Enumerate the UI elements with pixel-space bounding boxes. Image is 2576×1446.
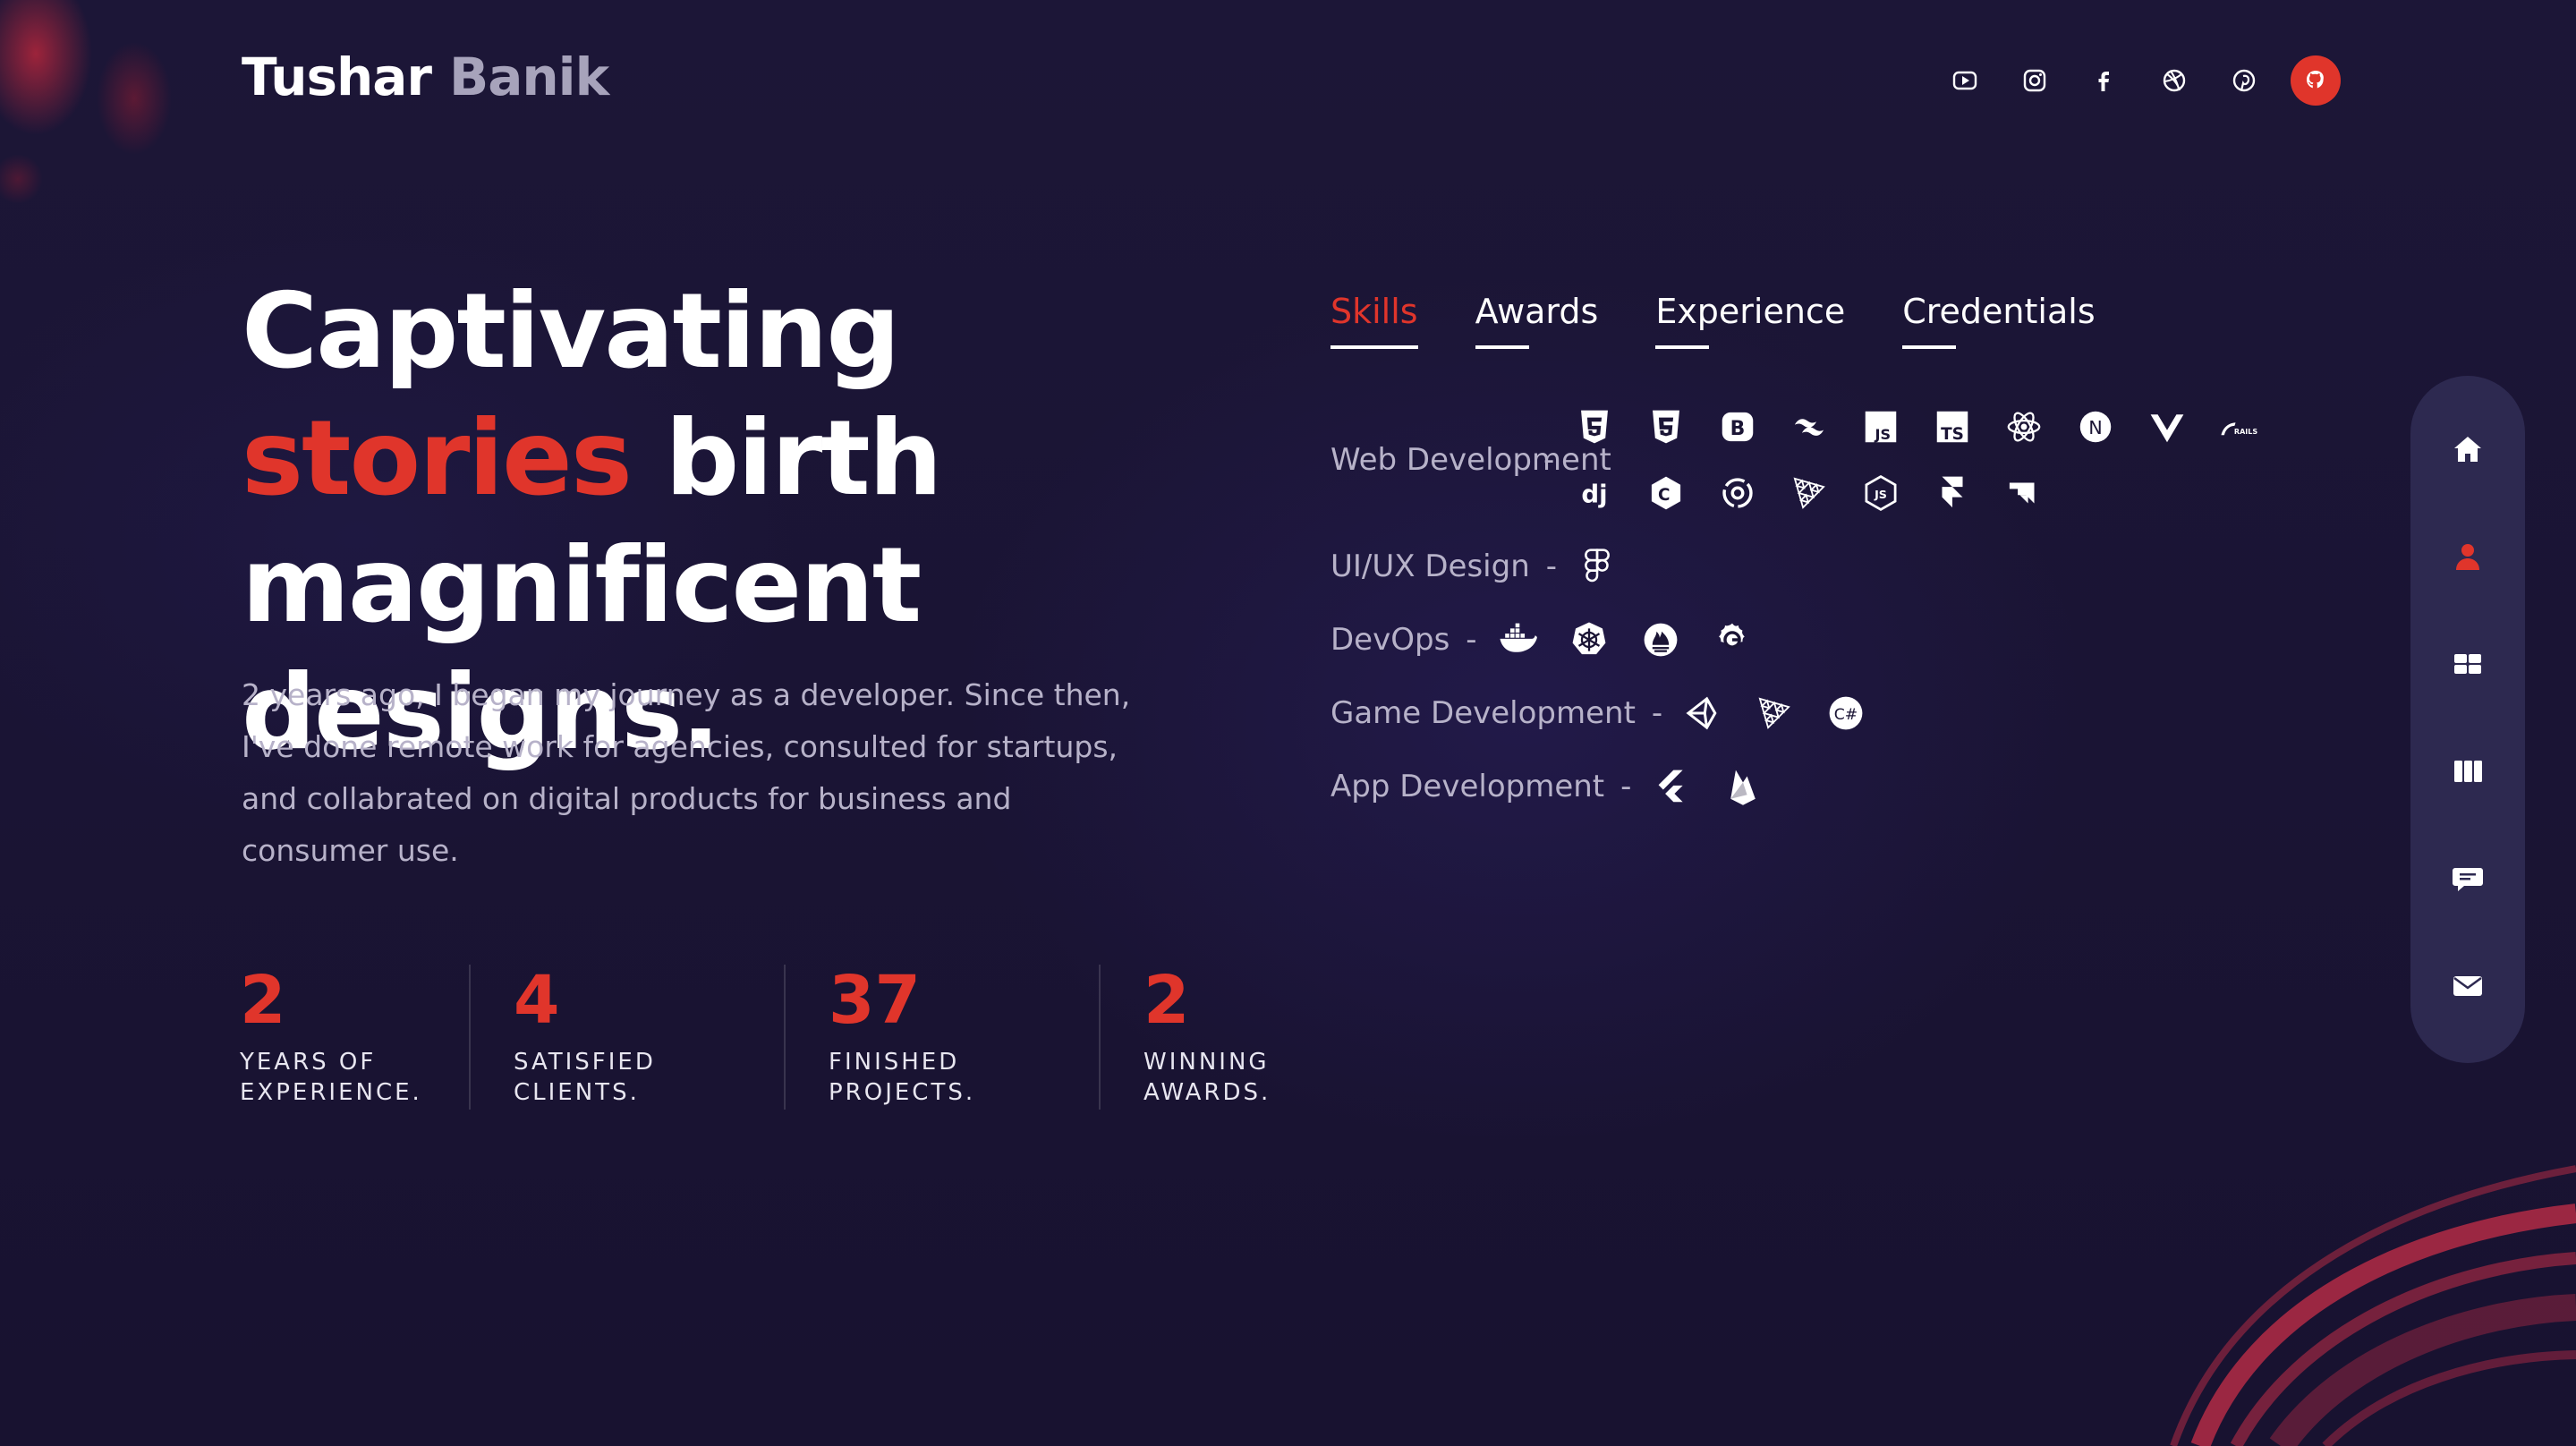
stat-awards: 2 WINNING AWARDS. — [1143, 965, 1394, 1110]
portfolio-icon[interactable] — [2448, 752, 2487, 791]
docker-icon — [1495, 617, 1540, 662]
figma-icon — [1575, 544, 1620, 589]
svg-text:B: B — [1730, 418, 1746, 440]
skill-label: Game Development — [1331, 695, 1636, 731]
threejs-icon — [1787, 471, 1832, 515]
stat-value: 2 — [1143, 962, 1190, 1039]
separator: - — [1620, 769, 1632, 804]
vue-icon — [2145, 404, 2189, 449]
headline-accent: stories — [242, 398, 633, 519]
css3-icon — [1644, 404, 1688, 449]
svg-text:C#: C# — [1834, 706, 1858, 724]
stat-clients: 4 SATISFIED CLIENTS. — [514, 965, 786, 1110]
site-logo[interactable]: Tushar Banik — [242, 47, 609, 107]
react-icon — [2002, 404, 2046, 449]
stat-value: 4 — [514, 962, 560, 1039]
facebook-icon[interactable] — [2081, 57, 2128, 104]
stat-label: WINNING AWARDS. — [1143, 1049, 1271, 1106]
typescript-icon: TS — [1930, 404, 1975, 449]
skill-row-game: Game Development - C# — [1331, 691, 2414, 736]
tab-skills[interactable]: Skills — [1331, 292, 1418, 349]
separator: - — [1466, 622, 1477, 658]
rails-icon: RAILS — [2216, 404, 2261, 449]
skill-icons — [1495, 617, 2229, 662]
skill-row-web: Web Development - B JS TS N RAILS dj C J… — [1331, 404, 2414, 515]
skill-label: Web Development — [1331, 442, 1611, 478]
side-navigation — [2410, 376, 2525, 1063]
tailwind-icon — [1787, 404, 1832, 449]
social-links — [1942, 55, 2341, 106]
javascript-icon: JS — [1858, 404, 1903, 449]
hero-intro: 2 years ago, I began my journey as a dev… — [242, 677, 1131, 868]
contact-icon[interactable] — [2448, 966, 2487, 1006]
grafana-icon — [1710, 617, 1755, 662]
decorative-splash-bottom-right — [2147, 1070, 2576, 1446]
stat-value: 2 — [240, 962, 286, 1039]
skill-icons — [1649, 764, 2383, 809]
skill-row-app: App Development - — [1331, 764, 2414, 809]
svg-text:JS: JS — [1875, 426, 1892, 443]
tab-awards[interactable]: Awards — [1475, 292, 1598, 349]
headline-prefix: Captivating — [242, 271, 900, 392]
svg-text:N: N — [2089, 417, 2103, 438]
threejs-icon — [1752, 691, 1797, 736]
logo-last-name: Banik — [449, 47, 609, 107]
bootstrap-icon: B — [1715, 404, 1760, 449]
separator: - — [1651, 695, 1663, 731]
stat-projects: 37 FINISHED PROJECTS. — [829, 965, 1101, 1110]
skill-icons: B JS TS N RAILS dj C JS — [1572, 404, 2306, 515]
kubernetes-icon — [1567, 617, 1611, 662]
stat-label: YEARS OF EXPERIENCE. — [240, 1049, 422, 1106]
stat-years: 2 YEARS OF EXPERIENCE. — [240, 965, 471, 1110]
svg-text:TS: TS — [1941, 425, 1964, 444]
testimonials-icon[interactable] — [2448, 859, 2487, 898]
home-icon[interactable] — [2448, 430, 2487, 469]
pinterest-icon[interactable] — [2221, 57, 2267, 104]
firebase-icon — [1721, 764, 1765, 809]
django-icon: dj — [1572, 471, 1617, 515]
svg-text:dj: dj — [1582, 479, 1608, 508]
kernel-icon — [2002, 471, 2046, 515]
skill-label: UI/UX Design — [1331, 549, 1530, 584]
skill-label: DevOps — [1331, 622, 1450, 658]
stat-label: FINISHED PROJECTS. — [829, 1049, 976, 1106]
html5-icon — [1572, 404, 1617, 449]
about-icon[interactable] — [2448, 537, 2487, 576]
tab-credentials[interactable]: Credentials — [1902, 292, 2096, 349]
logo-first-name: Tushar — [242, 47, 432, 107]
stats-row: 2 YEARS OF EXPERIENCE. 4 SATISFIED CLIEN… — [240, 965, 1437, 1110]
unity-icon — [1680, 691, 1725, 736]
nextjs-icon: N — [2073, 404, 2118, 449]
skill-icons — [1575, 544, 2308, 589]
opencv-icon — [1715, 471, 1760, 515]
nodejs-icon: JS — [1858, 471, 1903, 515]
skill-row-uiux: UI/UX Design - — [1331, 544, 2414, 589]
separator: - — [1545, 549, 1558, 584]
prometheus-icon — [1638, 617, 1683, 662]
services-icon[interactable] — [2448, 644, 2487, 684]
svg-text:RAILS: RAILS — [2234, 428, 2258, 436]
instagram-icon[interactable] — [2011, 57, 2058, 104]
cplusplus-icon: C — [1644, 471, 1688, 515]
skill-icons: C# — [1680, 691, 2414, 736]
svg-text:JS: JS — [1874, 488, 1887, 501]
youtube-icon[interactable] — [1942, 57, 1988, 104]
framer-icon — [1930, 471, 1975, 515]
svg-text:C: C — [1658, 486, 1671, 505]
about-tabs: Skills Awards Experience Credentials — [1331, 292, 2096, 349]
decorative-splash-top-left — [0, 0, 233, 268]
stat-label: SATISFIED CLIENTS. — [514, 1049, 656, 1106]
separator: - — [1543, 442, 1555, 478]
stat-value: 37 — [829, 962, 921, 1039]
skill-label: App Development — [1331, 769, 1605, 804]
tab-experience[interactable]: Experience — [1655, 292, 1845, 349]
dribbble-icon[interactable] — [2151, 57, 2198, 104]
csharp-icon: C# — [1824, 691, 1868, 736]
skill-row-devops: DevOps - — [1331, 617, 2414, 662]
github-icon[interactable] — [2291, 55, 2341, 106]
flutter-icon — [1649, 764, 1694, 809]
skills-panel: Web Development - B JS TS N RAILS dj C J… — [1331, 404, 2414, 838]
